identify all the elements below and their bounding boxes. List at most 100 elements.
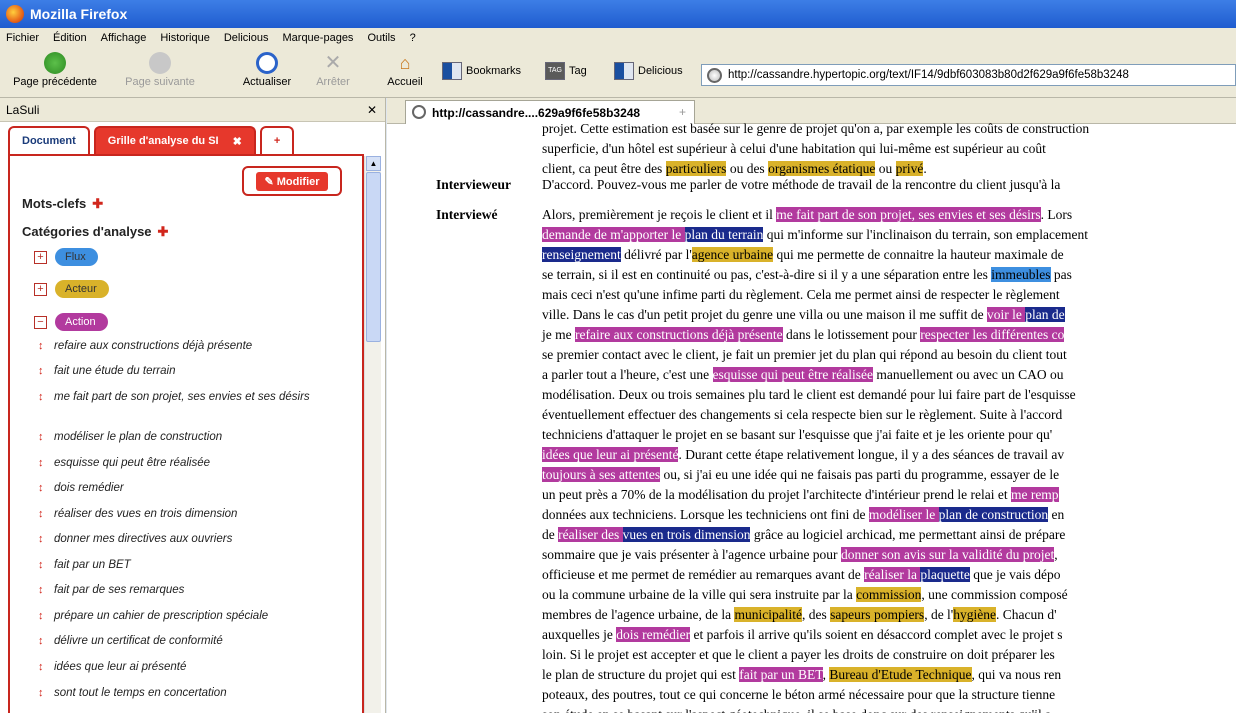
action-item[interactable]: ↕ modéliser le plan de construction [38,430,348,444]
text-line: a parler tout a l'heure, c'est une esqui… [542,367,1064,382]
action-item[interactable]: ↕ délivre un certificat de conformité [38,634,348,648]
text-line: de réaliser des vues en trois dimension … [542,527,1066,542]
text-line: demande de m'apporter le plan du terrain… [542,227,1089,242]
menu-marque-pages[interactable]: Marque-pages [283,32,354,44]
tab-document-label: Document [22,135,76,147]
category-acteur[interactable]: + Acteur [34,280,109,298]
pencil-icon: ✎ [264,175,277,188]
menu-help[interactable]: ? [410,32,416,44]
menu-affichage[interactable]: Affichage [101,32,147,44]
firefox-logo-icon [6,5,24,23]
scrollbar-thumb[interactable] [366,172,381,342]
tab-globe-icon [412,105,426,119]
action-item-label: fait une étude du terrain [54,365,176,377]
modifier-button[interactable]: ✎ Modifier [242,166,342,196]
category-flux[interactable]: + Flux [34,248,98,266]
sidebar-header: LaSuli ✕ [0,98,385,122]
text-line: idées que leur ai présenté. Durant cette… [542,447,1065,462]
text-line: membres de l'agence urbaine, de la munic… [542,607,1057,622]
tab-grille-label: Grille d'analyse du SI [107,135,219,147]
text-line: loin. Si le projet est accepter et que l… [542,647,1055,662]
category-action[interactable]: − Action [34,313,108,331]
forward-label: Page suivante [125,76,195,88]
bookmarks-label: Bookmarks [466,65,522,77]
categories-label: Catégories d'analyse [22,224,152,239]
viewpoint-icon: ↕ [38,431,44,443]
content-area: http://cassandre....629a9f6fe58b3248 + I… [387,98,1236,713]
back-label: Page précédente [13,76,97,88]
text-line: Alors, premièrement je reçois le client … [542,207,1073,222]
reload-button[interactable]: Actualiser [235,52,299,88]
menu-outils[interactable]: Outils [367,32,395,44]
sidebar-scrollbar[interactable]: ▲ [364,156,381,713]
text-line: un peut près a 70% de la modélisation du… [542,487,1059,502]
text-line: se terrain, si il est en continuité ou p… [542,267,1072,282]
action-item-label: idées que leur ai présenté [54,661,187,673]
add-category-icon[interactable]: ✚ [158,224,169,239]
viewpoint-icon: ↕ [38,610,44,622]
text-line: ville. Dans le cas d'un petit projet du … [542,307,1065,322]
delicious-label: Delicious [638,65,683,77]
keywords-heading: Mots-clefs ✚ [22,196,103,212]
viewpoint-icon: ↕ [38,391,44,403]
expand-icon[interactable]: + [34,250,47,264]
bookmarks-icon [442,62,462,80]
site-globe-icon [707,68,722,83]
tab-grille[interactable]: Grille d'analyse du SI ✖ [93,126,256,154]
sidebar-title: LaSuli [6,102,40,117]
stop-button[interactable]: ✕ Arrêter [308,52,358,88]
sidebar-close-icon[interactable]: ✕ [367,103,377,117]
delicious-button[interactable]: Delicious [614,62,683,80]
tab-document[interactable]: Document [8,126,90,154]
action-item-label: réaliser des vues en trois dimension [54,508,238,520]
text-line: auxquelles je dois remédier et parfois i… [542,627,1063,642]
url-bar[interactable]: http://cassandre.hypertopic.org/text/IF1… [701,64,1236,86]
action-item-label: fait par de ses remarques [54,584,185,596]
add-keyword-icon[interactable]: ✚ [92,196,103,211]
action-item[interactable]: ↕ réaliser des vues en trois dimension [38,507,348,521]
viewpoint-icon: ↕ [38,584,44,596]
action-item[interactable]: ↕ refaire aux constructions déjà présente [38,339,348,353]
action-item-label: délivre un certificat de conformité [54,635,223,647]
expand-icon[interactable]: + [34,282,47,296]
viewpoint-icon: ↕ [38,559,44,571]
action-item[interactable]: ↕ prépare un cahier de prescription spéci… [38,609,348,623]
window-title-bar: Mozilla Firefox [0,0,1236,28]
action-item[interactable]: ↕ dois remédier [38,481,348,495]
close-tab-icon[interactable]: ✖ [233,135,242,148]
action-item[interactable]: ↕ donner mes directives aux ouvriers [38,532,348,546]
action-item[interactable]: ↕ fait par de ses remarques [38,583,348,597]
action-item-label: prépare un cahier de prescription spécia… [54,610,269,622]
action-item[interactable]: ↕ idées que leur ai présenté [38,660,348,674]
collapse-icon[interactable]: − [34,315,47,329]
viewpoint-icon: ↕ [38,457,44,469]
menu-edition[interactable]: Édition [53,32,87,44]
action-item-label: donner mes directives aux ouvriers [54,533,233,545]
tab-add[interactable]: + [259,126,295,154]
forward-button[interactable]: Page suivante [112,52,208,88]
viewpoint-icon: ↕ [38,661,44,673]
text-line: se premier contact avec le client, je fa… [542,347,1067,362]
url-text: http://cassandre.hypertopic.org/text/IF1… [728,69,1129,81]
bookmarks-button[interactable]: Bookmarks [442,62,521,80]
menu-delicious[interactable]: Delicious [224,32,269,44]
scroll-up-icon[interactable]: ▲ [366,156,381,171]
home-button[interactable]: ⌂ Accueil [380,52,430,88]
action-item[interactable]: ↕ fait par un BET [38,558,348,572]
viewpoint-icon: ↕ [38,482,44,494]
reload-icon [256,52,278,74]
action-item-label: sont tout le temps en concertation [54,687,227,699]
action-item[interactable]: ↕ sont tout le temps en concertation [38,686,348,700]
back-button[interactable]: Page précédente [2,52,108,88]
action-item[interactable]: ↕ esquisse qui peut être réalisée [38,456,348,470]
menu-fichier[interactable]: Fichier [6,32,39,44]
text-line: techniciens d'attaquer le projet en se b… [542,427,1053,442]
action-item-label: modéliser le plan de construction [54,431,223,443]
back-arrow-icon [44,52,66,74]
tag-button[interactable]: TAG Tag [545,62,587,80]
action-item[interactable]: ↕ fait une étude du terrain [38,364,348,378]
action-item[interactable]: ↕ me fait part de son projet, ses envies … [38,390,348,404]
menu-historique[interactable]: Historique [160,32,210,44]
tag-icon: TAG [545,62,565,80]
new-tab-icon[interactable]: + [679,105,686,119]
